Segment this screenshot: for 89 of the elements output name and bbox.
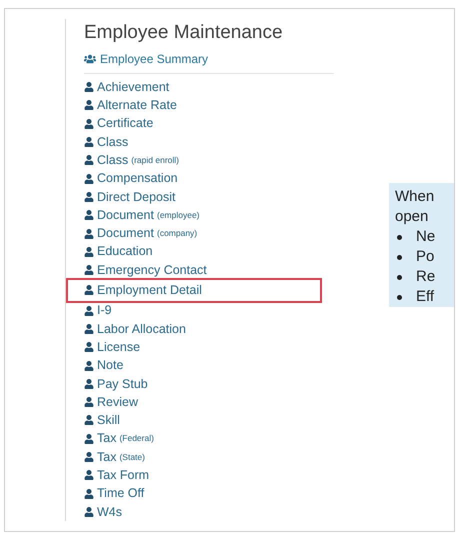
menu-link[interactable]: W4s <box>84 502 122 522</box>
menu-link-label: Pay Stub <box>97 376 148 393</box>
menu-link[interactable]: Alternate Rate <box>84 96 177 115</box>
person-icon <box>84 265 94 276</box>
menu-link[interactable]: Education <box>84 242 153 261</box>
person-icon <box>84 118 94 129</box>
person-icon <box>84 342 94 352</box>
person-icon <box>84 434 94 444</box>
callout-bullet-text: Re <box>416 267 436 287</box>
menu-link-note: (Federal) <box>119 432 154 446</box>
menu-link-label: Class <box>97 134 128 151</box>
menu-link-label: Skill <box>97 412 120 430</box>
menu-link-label: Emergency Contact <box>97 262 207 279</box>
menu-link[interactable]: Skill <box>84 411 120 430</box>
summary-link[interactable]: Employee Summary <box>84 51 208 67</box>
menu-link[interactable]: Document (company) <box>84 224 198 243</box>
menu-link[interactable]: Emergency Contact <box>84 260 207 280</box>
menu-link[interactable]: Compensation <box>84 169 178 188</box>
menu-link-label: Class <box>97 152 128 169</box>
menu-link[interactable]: License <box>84 338 140 356</box>
person-icon <box>84 174 94 184</box>
person-icon <box>84 452 94 462</box>
menu-link-label: I-9 <box>97 302 112 320</box>
menu-link-label: Review <box>97 394 138 411</box>
bullet-icon <box>397 294 402 300</box>
menu-link-note: (State) <box>119 450 145 464</box>
menu-link-label: Tax Form <box>97 467 150 484</box>
menu-link[interactable]: Tax (State) <box>84 448 145 466</box>
callout-text: open <box>395 207 428 227</box>
callout-bullet-text: Po <box>416 247 434 267</box>
person-icon <box>84 506 94 517</box>
callout-bullet-text: Ne <box>416 227 436 247</box>
menu-link[interactable]: I-9 <box>84 302 112 320</box>
menu-link[interactable]: Tax Form <box>84 466 150 485</box>
menu-link-label: Compensation <box>97 170 178 188</box>
menu-link-label: Employment Detail <box>97 282 202 300</box>
person-icon <box>84 100 94 110</box>
person-icon <box>84 360 94 371</box>
menu-link[interactable]: Review <box>84 393 138 412</box>
menu-link-note: (company) <box>156 227 198 240</box>
menu-link[interactable]: Tax (Federal) <box>84 430 154 448</box>
bullet-icon <box>397 274 402 280</box>
menu-link[interactable]: Pay Stub <box>84 374 148 394</box>
menu-link[interactable]: Certificate <box>84 114 154 133</box>
menu-link[interactable]: Labor Allocation <box>84 320 186 338</box>
menu-link-label: Tax <box>97 448 116 466</box>
callout-text: When <box>395 187 434 207</box>
bullet-icon <box>397 254 402 260</box>
menu-link-label: Education <box>97 243 153 260</box>
person-icon <box>84 378 94 389</box>
person-icon <box>84 488 94 499</box>
person-icon <box>84 285 94 296</box>
person-icon <box>84 246 94 257</box>
menu-link[interactable]: Document (employee) <box>84 206 200 224</box>
person-icon <box>84 324 94 334</box>
bullet-icon <box>397 234 402 240</box>
person-icon <box>84 228 94 239</box>
menu-link[interactable]: Class (rapid enroll) <box>84 151 179 170</box>
menu-link-label: Achievement <box>97 78 170 96</box>
menu-link[interactable]: Time Off <box>84 484 144 503</box>
callout-bullet-text: Eff <box>416 287 434 307</box>
person-icon <box>84 397 94 408</box>
people-icon <box>84 53 96 65</box>
menu-link-label: Alternate Rate <box>97 97 177 114</box>
menu-link[interactable]: Note <box>84 356 124 375</box>
person-icon <box>84 210 94 220</box>
person-icon <box>84 137 94 148</box>
menu-link-label: W4s <box>97 504 122 521</box>
menu-link-label: Labor Allocation <box>97 320 186 338</box>
menu-link-label: Direct Deposit <box>97 188 176 206</box>
menu-link-label: Note <box>97 357 124 374</box>
menu-link[interactable]: Achievement <box>84 78 170 96</box>
person-icon <box>84 306 94 316</box>
person-icon <box>84 155 94 166</box>
menu-link[interactable]: Class <box>84 132 128 152</box>
menu-link-label: Tax <box>97 430 116 448</box>
menu-link-label: Time Off <box>97 485 144 502</box>
person-icon <box>84 82 94 92</box>
page-title: Employee Maintenance <box>84 21 284 45</box>
menu-link-label: Certificate <box>97 115 154 132</box>
person-icon <box>84 192 94 202</box>
menu-link-note: (employee) <box>156 208 200 222</box>
menu-link-label: Document <box>97 206 154 224</box>
menu-link-label: License <box>97 338 140 356</box>
menu-link[interactable]: Direct Deposit <box>84 188 176 206</box>
person-icon <box>84 470 94 480</box>
menu-link-note: (rapid enroll) <box>131 154 179 167</box>
person-icon <box>84 415 94 426</box>
menu-link-label: Document <box>97 225 154 242</box>
